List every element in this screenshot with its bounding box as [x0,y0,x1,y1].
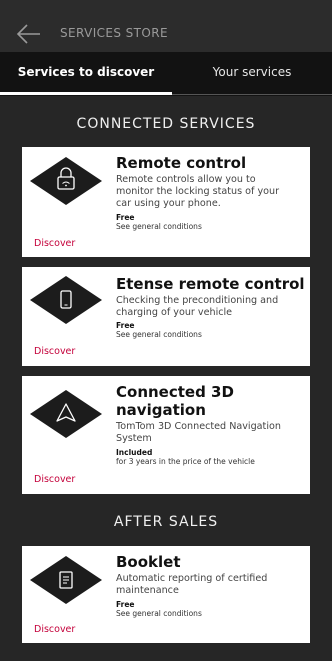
conditions-link[interactable]: See general conditions [116,609,308,618]
phone-icon [30,276,102,324]
tab-your-services[interactable]: Your services [172,65,332,79]
tab-bar: Services to discover Your services [0,52,332,96]
page-title: SERVICES STORE [60,26,168,40]
card-title: Remote control [116,154,247,172]
navigation-arrow-icon [30,390,102,438]
card-description-line: charging of your vehicle [116,307,233,318]
lock-wifi-icon [30,157,102,205]
discover-button[interactable]: Discover [34,474,75,485]
discover-button[interactable]: Discover [34,238,75,249]
discover-button[interactable]: Discover [34,346,75,357]
service-card-booklet[interactable]: Booklet Automatic reporting of certified… [22,546,310,643]
card-description-line: System [116,433,152,444]
card-description-line: monitor the locking status of your [116,186,280,197]
section-title-after-sales: AFTER SALES [113,514,219,530]
conditions-link[interactable]: See general conditions [116,222,308,231]
card-title: Booklet [116,553,181,571]
card-description-line: car using your phone. [116,198,221,209]
card-description-line: maintenance [116,585,179,596]
card-description-line: TomTom 3D Connected Navigation [116,421,281,432]
conditions-link[interactable]: See general conditions [116,330,308,339]
card-description-line: Automatic reporting of certified [116,573,268,584]
service-card-connected-3d-navigation[interactable]: Connected 3D navigation TomTom 3D Connec… [22,376,310,494]
card-description-line: Remote controls allow you to [116,174,256,185]
card-description-line: Checking the preconditioning and [116,295,279,306]
card-title: Etense remote control [116,275,305,293]
booklet-icon [30,556,102,604]
conditions-text: for 3 years in the price of the vehicle [116,457,255,466]
discover-button[interactable]: Discover [34,624,75,635]
active-tab-indicator [0,92,172,95]
section-title-connected-services: CONNECTED SERVICES [76,116,256,132]
tab-divider [172,94,332,95]
back-arrow-icon[interactable] [16,22,42,46]
card-title-line: navigation [116,401,206,419]
service-card-etense-remote-control[interactable]: Etense remote control Checking the preco… [22,267,310,366]
price-label: Free [116,321,135,330]
price-label: Included [116,448,153,457]
card-title-line: Connected 3D [116,383,234,401]
price-label: Free [116,213,135,222]
top-bar: SERVICES STORE [0,0,332,52]
service-card-remote-control[interactable]: Remote control Remote controls allow you… [22,147,310,257]
tab-services-to-discover[interactable]: Services to discover [0,65,172,79]
price-label: Free [116,600,135,609]
